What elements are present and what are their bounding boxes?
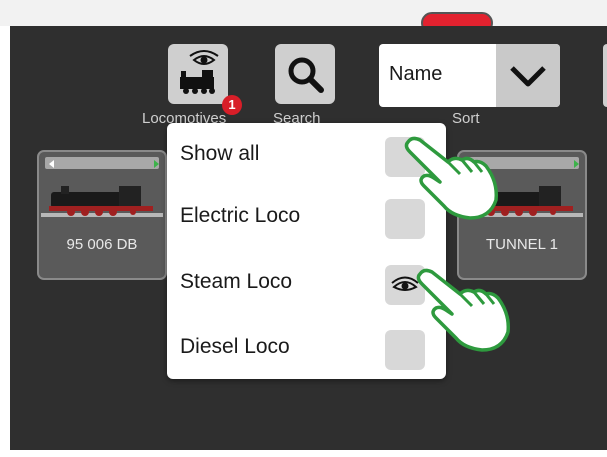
filter-item-diesel[interactable]: Diesel Loco [167,318,446,378]
loco-tile[interactable]: 95 006 DB [37,150,167,280]
sort-select[interactable]: Name [379,44,560,107]
top-strip [0,0,607,26]
locomotives-count-badge: 1 [222,95,242,115]
direction-bar [45,157,159,169]
screen-bottom-edge [10,450,607,457]
filter-item-steam[interactable]: Steam Loco [167,253,446,313]
loco-name: 95 006 DB [66,236,138,253]
sort-label: Sort [452,110,480,127]
chevron-down-icon [510,66,546,87]
filter-item-label: Diesel Loco [180,335,290,358]
sort-dropdown-arrow[interactable] [496,44,560,107]
loco-name: TUNNEL 1 [486,236,558,253]
sort-selected-value: Name [389,63,443,85]
filter-item-label: Electric Loco [180,204,301,227]
more-button-edge[interactable] [603,44,607,107]
pointing-hand-icon [416,268,511,352]
locomotives-filter-button[interactable] [168,44,228,104]
filter-item-label: Show all [180,142,260,165]
search-icon [288,57,324,93]
pointing-hand-icon [404,136,499,220]
steam-locomotive-image [41,186,163,217]
locomotive-eye-icon [180,50,219,94]
filter-item-label: Steam Loco [180,270,293,293]
search-button[interactable] [275,44,335,104]
